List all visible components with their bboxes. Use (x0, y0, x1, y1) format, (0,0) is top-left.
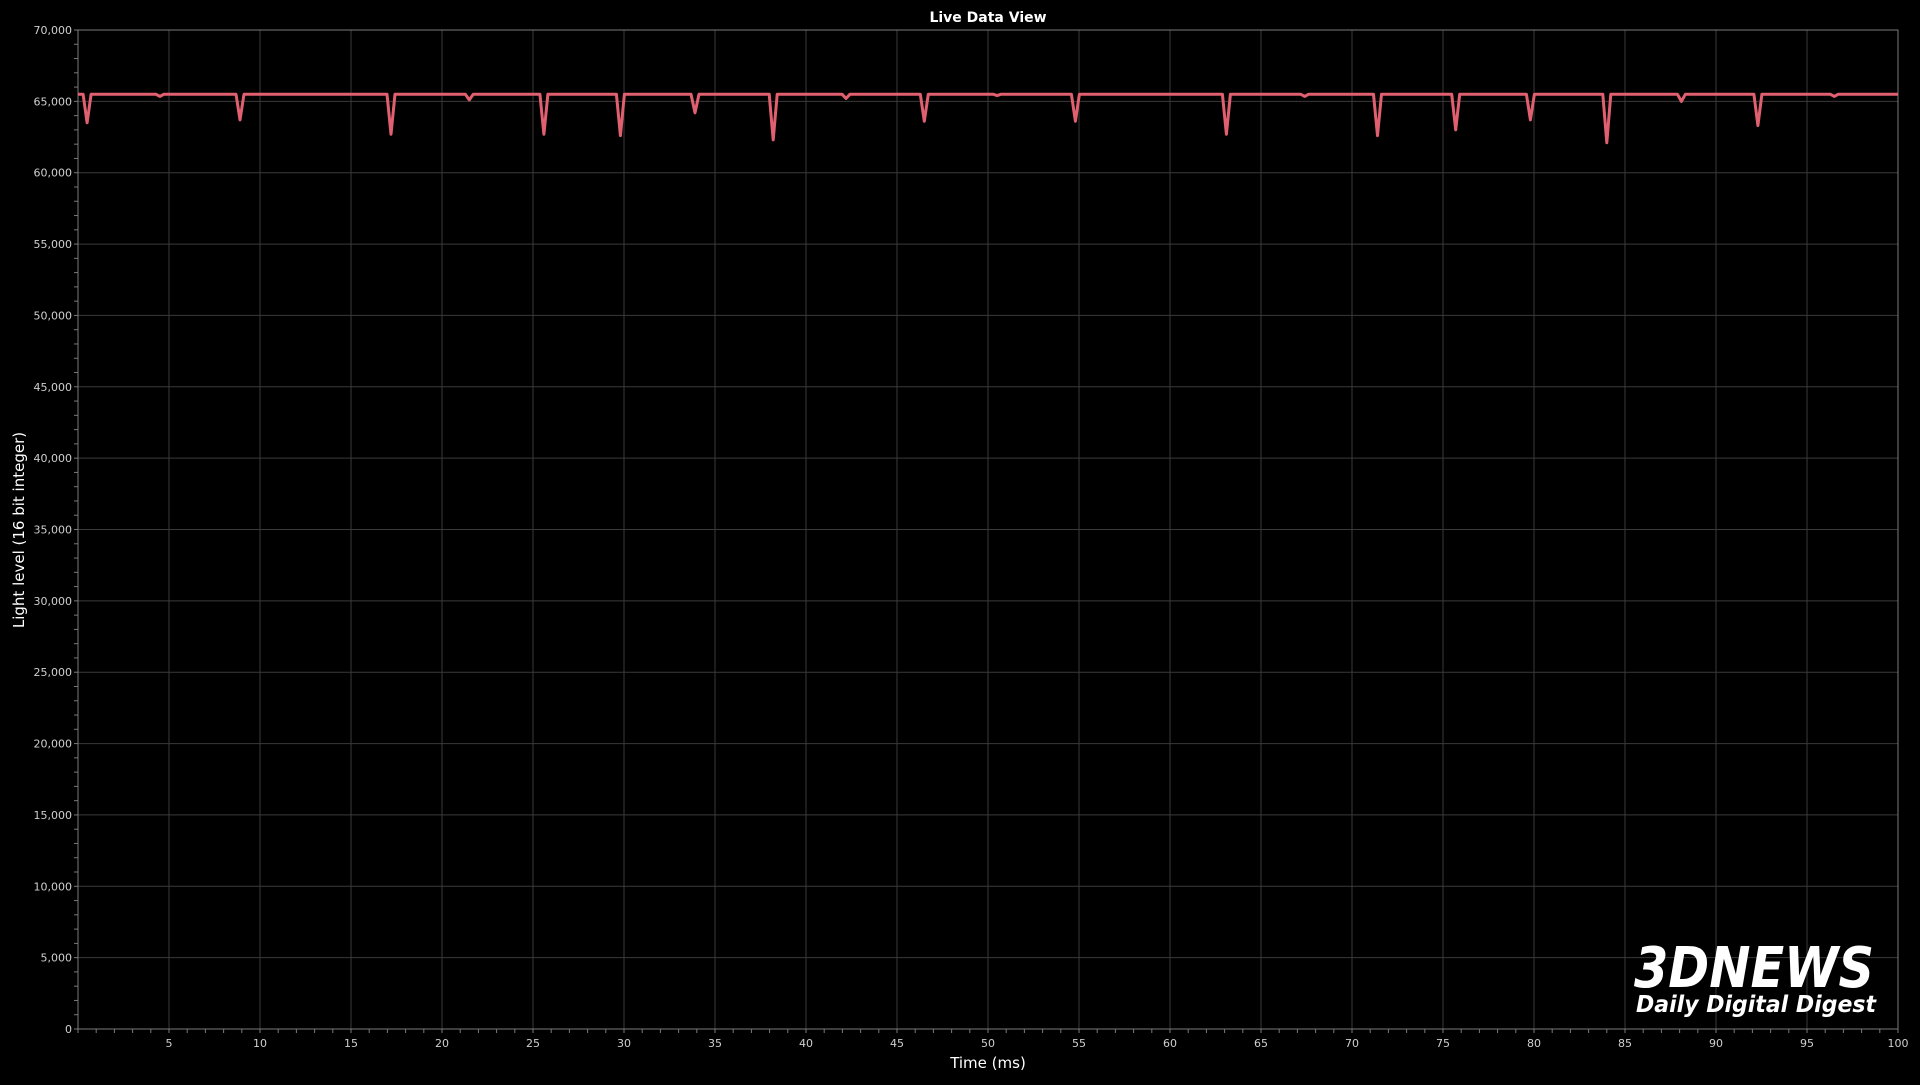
y-tick-label: 10,000 (34, 880, 73, 893)
dip-point (1225, 133, 1228, 135)
y-tick-label: 60,000 (34, 167, 73, 180)
grid-lines (78, 30, 1898, 1029)
dip-point (159, 95, 161, 98)
dip-point (1529, 119, 1532, 121)
y-axis-label: Light level (16 bit integer) (10, 432, 28, 628)
x-tick-label: 5 (166, 1037, 173, 1050)
y-tick-label: 40,000 (34, 452, 73, 465)
x-tick-label: 90 (1709, 1037, 1723, 1050)
dip-point (468, 99, 471, 101)
dip-point (1303, 95, 1306, 98)
y-tick-label: 25,000 (34, 666, 73, 679)
y-tick-label: 45,000 (34, 381, 73, 394)
y-tick-label: 55,000 (34, 238, 73, 251)
dip-point (1376, 134, 1379, 137)
x-tick-label: 95 (1800, 1037, 1814, 1050)
dip-point (996, 94, 998, 97)
y-tick-label: 65,000 (34, 95, 73, 108)
dip-point (694, 112, 696, 114)
x-axis-label: Time (ms) (949, 1054, 1026, 1072)
y-tick-label: 35,000 (34, 524, 73, 537)
x-tick-label: 55 (1072, 1037, 1086, 1050)
x-tick-label: 85 (1618, 1037, 1632, 1050)
dip-point (1680, 100, 1683, 103)
dip-point (1454, 129, 1457, 131)
x-tick-label: 70 (1345, 1037, 1359, 1050)
x-tick-label: 35 (708, 1037, 722, 1050)
watermark-tagline: Daily Digital Digest (1636, 992, 1877, 1018)
x-tick-label: 10 (253, 1037, 267, 1050)
chart-background (0, 0, 1920, 1080)
chart-title: Live Data View (929, 10, 1046, 26)
x-tick-label: 75 (1436, 1037, 1450, 1050)
x-tick-label: 40 (799, 1037, 813, 1050)
dip-point (1757, 124, 1759, 127)
x-tick-label: 20 (435, 1037, 449, 1050)
y-tick-label: 20,000 (34, 738, 73, 751)
x-tick-label: 30 (617, 1037, 631, 1050)
dip-point (772, 139, 774, 141)
x-tick-label: 65 (1254, 1037, 1268, 1050)
dip-point (845, 97, 847, 100)
watermark-logo: 3DNEWS Daily Digital Digest (1634, 936, 1877, 1018)
x-tick-label: 50 (981, 1037, 995, 1050)
y-tick-labels: 0 5,000 10,000 15,000 20,000 25,000 30,000 35,0… (34, 24, 73, 1036)
dip-point (390, 133, 392, 135)
y-tick-label: 30,000 (34, 595, 73, 608)
y-tick-label: 5,000 (41, 952, 73, 965)
light-level-chart: 5 10 15 20 25 30 35 40 45 50 55 60 65 70 75 80 85 90 95 100… (0, 0, 1920, 1080)
dip-point (1833, 95, 1836, 98)
y-tick-label: 0 (65, 1023, 72, 1036)
chart-root: 5 10 15 20 25 30 35 40 45 50 55 60 65 70 75 80 85 90 95 100… (0, 0, 1920, 1080)
x-tick-label: 60 (1163, 1037, 1177, 1050)
dip-point (619, 134, 622, 137)
dip-point (1074, 120, 1077, 123)
dip-point (86, 122, 88, 124)
x-tick-label: 25 (526, 1037, 540, 1050)
x-tick-label: 80 (1527, 1037, 1541, 1050)
dip-point (923, 120, 926, 123)
y-tick-label: 70,000 (34, 24, 73, 37)
dip-point (1606, 141, 1608, 144)
y-tick-label: 50,000 (34, 309, 73, 322)
x-tick-label: 100 (1888, 1037, 1909, 1050)
x-tick-label: 45 (890, 1037, 904, 1050)
dip-point (543, 133, 545, 135)
y-tick-label: 15,000 (34, 809, 73, 822)
dip-point (239, 119, 241, 121)
x-tick-label: 15 (344, 1037, 358, 1050)
